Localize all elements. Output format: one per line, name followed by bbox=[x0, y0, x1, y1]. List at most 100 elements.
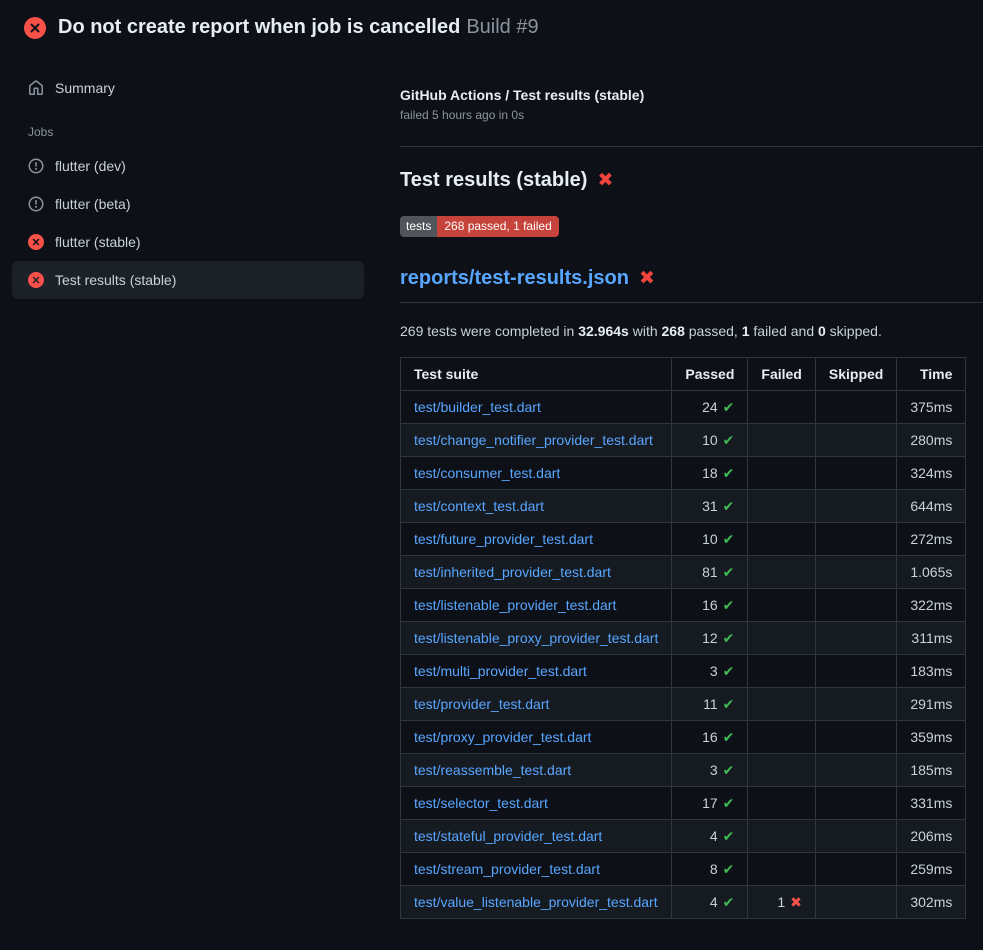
test-suite-link[interactable]: test/stream_provider_test.dart bbox=[414, 861, 600, 877]
test-suite-link[interactable]: test/proxy_provider_test.dart bbox=[414, 729, 591, 745]
cross-icon: ✖ bbox=[597, 171, 613, 190]
test-suite-cell: test/value_listenable_provider_test.dart bbox=[401, 886, 672, 919]
x-circle-icon bbox=[24, 17, 46, 39]
test-suite-link[interactable]: test/inherited_provider_test.dart bbox=[414, 564, 611, 580]
skipped-cell bbox=[815, 787, 896, 820]
check-icon: ✔ bbox=[723, 465, 735, 481]
test-suite-cell: test/provider_test.dart bbox=[401, 688, 672, 721]
test-suite-link[interactable]: test/builder_test.dart bbox=[414, 399, 541, 415]
column-header-passed: Passed bbox=[672, 358, 748, 391]
sidebar-item-flutter-dev[interactable]: flutter (dev) bbox=[12, 147, 364, 185]
sidebar-item-label: flutter (dev) bbox=[55, 158, 126, 174]
time-cell: 302ms bbox=[897, 886, 966, 919]
passed-cell: 10✔ bbox=[672, 424, 748, 457]
failed-cell bbox=[748, 622, 815, 655]
passed-cell: 81✔ bbox=[672, 556, 748, 589]
table-row: test/proxy_provider_test.dart16✔359ms bbox=[401, 721, 966, 754]
sidebar-item-flutter-beta[interactable]: flutter (beta) bbox=[12, 185, 364, 223]
test-suite-cell: test/multi_provider_test.dart bbox=[401, 655, 672, 688]
main-content: GitHub Actions / Test results (stable) f… bbox=[376, 51, 983, 943]
sidebar-item-label: flutter (beta) bbox=[55, 196, 130, 212]
passed-count: 3 bbox=[710, 663, 718, 679]
passed-cell: 12✔ bbox=[672, 622, 748, 655]
sidebar-item-label: flutter (stable) bbox=[55, 234, 141, 250]
time-cell: 185ms bbox=[897, 754, 966, 787]
sidebar-item-test-results-stable[interactable]: Test results (stable) bbox=[12, 261, 364, 299]
skipped-cell bbox=[815, 820, 896, 853]
badge-label: tests bbox=[400, 216, 437, 237]
skipped-cell bbox=[815, 391, 896, 424]
cross-icon: ✖ bbox=[639, 269, 655, 288]
passed-cell: 3✔ bbox=[672, 754, 748, 787]
passed-cell: 24✔ bbox=[672, 391, 748, 424]
test-suite-cell: test/change_notifier_provider_test.dart bbox=[401, 424, 672, 457]
skipped-cell bbox=[815, 754, 896, 787]
x-circle-icon bbox=[28, 272, 44, 288]
test-suite-cell: test/inherited_provider_test.dart bbox=[401, 556, 672, 589]
passed-count: 4 bbox=[710, 828, 718, 844]
build-number: Build #9 bbox=[466, 16, 538, 38]
time-cell: 259ms bbox=[897, 853, 966, 886]
breadcrumb: GitHub Actions / Test results (stable) bbox=[400, 87, 983, 103]
sidebar-item-label: Test results (stable) bbox=[55, 272, 176, 288]
test-suite-cell: test/stateful_provider_test.dart bbox=[401, 820, 672, 853]
table-row: test/listenable_proxy_provider_test.dart… bbox=[401, 622, 966, 655]
sidebar-item-flutter-stable[interactable]: flutter (stable) bbox=[12, 223, 364, 261]
column-header-failed: Failed bbox=[748, 358, 815, 391]
passed-count: 16 bbox=[702, 729, 718, 745]
cross-icon: ✖ bbox=[790, 894, 802, 910]
test-suite-link[interactable]: test/change_notifier_provider_test.dart bbox=[414, 432, 653, 448]
failed-cell bbox=[748, 457, 815, 490]
divider bbox=[400, 146, 983, 147]
check-icon: ✔ bbox=[723, 663, 735, 679]
check-icon: ✔ bbox=[723, 399, 735, 415]
sidebar-item-label: Summary bbox=[55, 80, 115, 96]
sidebar: Summary Jobs flutter (dev) flutter (beta… bbox=[0, 51, 376, 299]
x-circle-icon bbox=[28, 234, 44, 250]
failed-cell bbox=[748, 655, 815, 688]
column-header-time: Time bbox=[897, 358, 966, 391]
passed-count: 18 bbox=[702, 465, 718, 481]
failed-cell bbox=[748, 820, 815, 853]
test-suite-cell: test/builder_test.dart bbox=[401, 391, 672, 424]
test-suite-link[interactable]: test/provider_test.dart bbox=[414, 696, 549, 712]
test-suite-link[interactable]: test/reassemble_test.dart bbox=[414, 762, 571, 778]
test-suite-link[interactable]: test/stateful_provider_test.dart bbox=[414, 828, 602, 844]
passed-cell: 11✔ bbox=[672, 688, 748, 721]
sidebar-item-summary[interactable]: Summary bbox=[12, 69, 364, 107]
tests-status-badge: tests 268 passed, 1 failed bbox=[400, 216, 559, 237]
test-suite-link[interactable]: test/future_provider_test.dart bbox=[414, 531, 593, 547]
report-link[interactable]: reports/test-results.json bbox=[400, 267, 629, 290]
passed-count: 8 bbox=[710, 861, 718, 877]
summary-text: 269 tests were completed in 32.964s with… bbox=[400, 323, 983, 339]
test-suite-link[interactable]: test/listenable_proxy_provider_test.dart bbox=[414, 630, 658, 646]
table-row: test/future_provider_test.dart10✔272ms bbox=[401, 523, 966, 556]
test-suite-link[interactable]: test/context_test.dart bbox=[414, 498, 544, 514]
skipped-cell bbox=[815, 457, 896, 490]
test-suite-link[interactable]: test/listenable_provider_test.dart bbox=[414, 597, 616, 613]
test-suite-link[interactable]: test/selector_test.dart bbox=[414, 795, 548, 811]
skipped-cell bbox=[815, 655, 896, 688]
test-suite-cell: test/reassemble_test.dart bbox=[401, 754, 672, 787]
test-suite-link[interactable]: test/multi_provider_test.dart bbox=[414, 663, 587, 679]
table-header-row: Test suite Passed Failed Skipped Time bbox=[401, 358, 966, 391]
skipped-cell bbox=[815, 424, 896, 457]
check-icon: ✔ bbox=[723, 597, 735, 613]
passed-cell: 4✔ bbox=[672, 886, 748, 919]
section-title: Test results (stable) ✖ bbox=[400, 169, 983, 192]
status-line: failed 5 hours ago in 0s bbox=[400, 108, 983, 122]
test-suite-cell: test/context_test.dart bbox=[401, 490, 672, 523]
time-cell: 322ms bbox=[897, 589, 966, 622]
skipped-cell bbox=[815, 721, 896, 754]
time-cell: 311ms bbox=[897, 622, 966, 655]
check-icon: ✔ bbox=[723, 531, 735, 547]
failed-cell: 1✖ bbox=[748, 886, 815, 919]
passed-count: 10 bbox=[702, 432, 718, 448]
skipped-cell bbox=[815, 688, 896, 721]
time-cell: 644ms bbox=[897, 490, 966, 523]
test-suite-link[interactable]: test/consumer_test.dart bbox=[414, 465, 560, 481]
failed-cell bbox=[748, 688, 815, 721]
time-cell: 291ms bbox=[897, 688, 966, 721]
test-suite-link[interactable]: test/value_listenable_provider_test.dart bbox=[414, 894, 658, 910]
passed-count: 12 bbox=[702, 630, 718, 646]
